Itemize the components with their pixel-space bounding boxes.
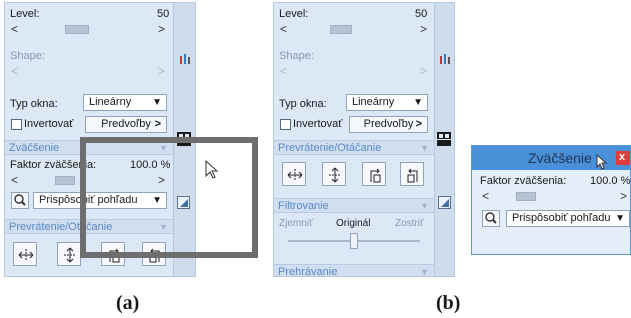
- magnifier-button[interactable]: [11, 192, 29, 209]
- shape-label: Shape:: [10, 50, 45, 62]
- level-value: 50: [157, 8, 170, 20]
- slider-thumb[interactable]: [330, 25, 352, 34]
- original-label: Originál: [336, 218, 371, 229]
- shape-label: Shape:: [279, 50, 314, 62]
- slider-right-arrow-icon: >: [420, 64, 428, 78]
- zoom-factor-value: 100.0 %: [590, 175, 631, 187]
- window-bars-icon[interactable]: [439, 53, 451, 65]
- slider-right-arrow-icon[interactable]: >: [620, 189, 627, 203]
- rotate-right-icon: [407, 168, 418, 183]
- chevron-down-icon: ▼: [413, 97, 423, 108]
- flip-vertical-icon: [64, 247, 76, 263]
- flip-horizontal-button[interactable]: [13, 242, 37, 266]
- filter-slider-thumb[interactable]: [350, 233, 358, 249]
- section-zoom-title: Zväčšenie: [9, 142, 60, 154]
- section-flip[interactable]: Prevrátenie/Otáčanie ▼: [274, 140, 434, 155]
- section-playback-title: Prehrávanie: [278, 266, 338, 277]
- chevron-down-icon: ▼: [420, 143, 429, 153]
- section-flip-title: Prevrátenie/Otáčanie: [278, 142, 382, 154]
- slider-thumb[interactable]: [65, 25, 89, 34]
- zoom-factor-label: Faktor zväčšenia:: [480, 175, 567, 187]
- caption-a: (a): [116, 292, 140, 314]
- caption-b: (b): [436, 292, 461, 314]
- fit-view-value: Prispôsobiť pohľadu: [512, 212, 611, 224]
- magnifier-icon: [485, 212, 497, 224]
- rotate-left-icon: [370, 168, 381, 183]
- invert-label: Invertovať: [24, 118, 74, 130]
- slider-left-arrow-icon[interactable]: <: [11, 173, 18, 187]
- drag-ghost-outline: [80, 137, 258, 258]
- flip-horizontal-icon: [287, 169, 303, 181]
- window-type-select[interactable]: Lineárny ▼: [346, 94, 428, 111]
- flip-horizontal-button[interactable]: [282, 162, 306, 186]
- floating-window-title: Zväčšenie: [528, 150, 592, 166]
- slider-left-arrow-icon: <: [280, 64, 288, 78]
- flip-vertical-icon: [329, 167, 341, 183]
- slider-left-arrow-icon: <: [11, 64, 19, 78]
- slider-right-arrow-icon: >: [158, 64, 166, 78]
- window-type-value: Lineárny: [89, 96, 132, 108]
- chevron-down-icon: ▼: [152, 97, 162, 108]
- shape-slider: < >: [280, 64, 428, 78]
- slider-right-arrow-icon[interactable]: >: [158, 22, 165, 36]
- chevron-right-icon: >: [154, 118, 161, 130]
- soften-label: Zjemniť: [279, 218, 313, 229]
- window-type-label: Typ okna:: [10, 98, 58, 110]
- slider-left-arrow-icon[interactable]: <: [482, 189, 489, 203]
- level-value: 50: [415, 8, 428, 20]
- level-slider[interactable]: < >: [280, 22, 428, 36]
- presets-button[interactable]: Predvoľby >: [349, 116, 428, 133]
- slider-right-arrow-icon[interactable]: >: [420, 22, 427, 36]
- chevron-right-icon: >: [415, 118, 422, 130]
- slider-left-arrow-icon[interactable]: <: [11, 22, 18, 36]
- invert-label: Invertovať: [293, 118, 343, 130]
- window-type-select[interactable]: Lineárny ▼: [83, 94, 167, 111]
- invert-checkbox[interactable]: [280, 119, 291, 130]
- close-icon: x: [619, 151, 626, 163]
- chevron-down-icon: ▼: [615, 213, 625, 224]
- flip-vertical-button[interactable]: [57, 242, 81, 266]
- layout-grid-icon[interactable]: [437, 132, 451, 146]
- flip-vertical-button[interactable]: [322, 162, 346, 186]
- section-playback[interactable]: Prehrávanie ▼: [274, 264, 434, 277]
- fit-view-select[interactable]: Prispôsobiť pohľadu ▼: [506, 210, 630, 227]
- section-filter-title: Filtrovanie: [278, 200, 329, 212]
- window-type-label: Typ okna:: [279, 98, 327, 110]
- chevron-down-icon: ▼: [420, 201, 429, 211]
- rotate-right-button[interactable]: [400, 162, 424, 186]
- shape-slider: < >: [11, 64, 167, 78]
- slider-left-arrow-icon[interactable]: <: [280, 22, 287, 36]
- level-label: Level:: [279, 8, 309, 20]
- magnifier-button[interactable]: [482, 210, 500, 227]
- close-button[interactable]: x: [616, 151, 630, 165]
- invert-checkbox[interactable]: [11, 119, 22, 130]
- flip-horizontal-icon: [18, 249, 34, 261]
- corner-resize-icon[interactable]: [438, 196, 451, 209]
- level-slider[interactable]: < >: [11, 22, 167, 36]
- presets-label: Predvoľby: [101, 118, 151, 130]
- mouse-cursor-icon: [205, 160, 219, 179]
- magnifier-icon: [14, 194, 26, 206]
- floating-zoom-window[interactable]: Zväčšenie x Faktor zväčšenia: 100.0 % < …: [471, 145, 631, 255]
- chevron-down-icon: ▼: [420, 267, 429, 277]
- zoom-slider[interactable]: < >: [482, 189, 630, 203]
- slider-thumb[interactable]: [516, 192, 536, 201]
- window-bars-icon[interactable]: [179, 53, 191, 65]
- level-label: Level:: [10, 8, 40, 20]
- panel-b: Level: 50 < > Shape: < > Typ okna: Lineá…: [273, 2, 455, 277]
- window-type-value: Lineárny: [352, 96, 395, 108]
- section-filter[interactable]: Filtrovanie ▼: [274, 198, 434, 213]
- sharpen-label: Zostriť: [395, 218, 424, 229]
- rotate-left-button[interactable]: [362, 162, 386, 186]
- slider-thumb[interactable]: [55, 176, 75, 185]
- presets-button[interactable]: Predvoľby >: [85, 116, 167, 133]
- mouse-cursor-icon: [596, 154, 608, 170]
- presets-label: Predvoľby: [363, 118, 414, 130]
